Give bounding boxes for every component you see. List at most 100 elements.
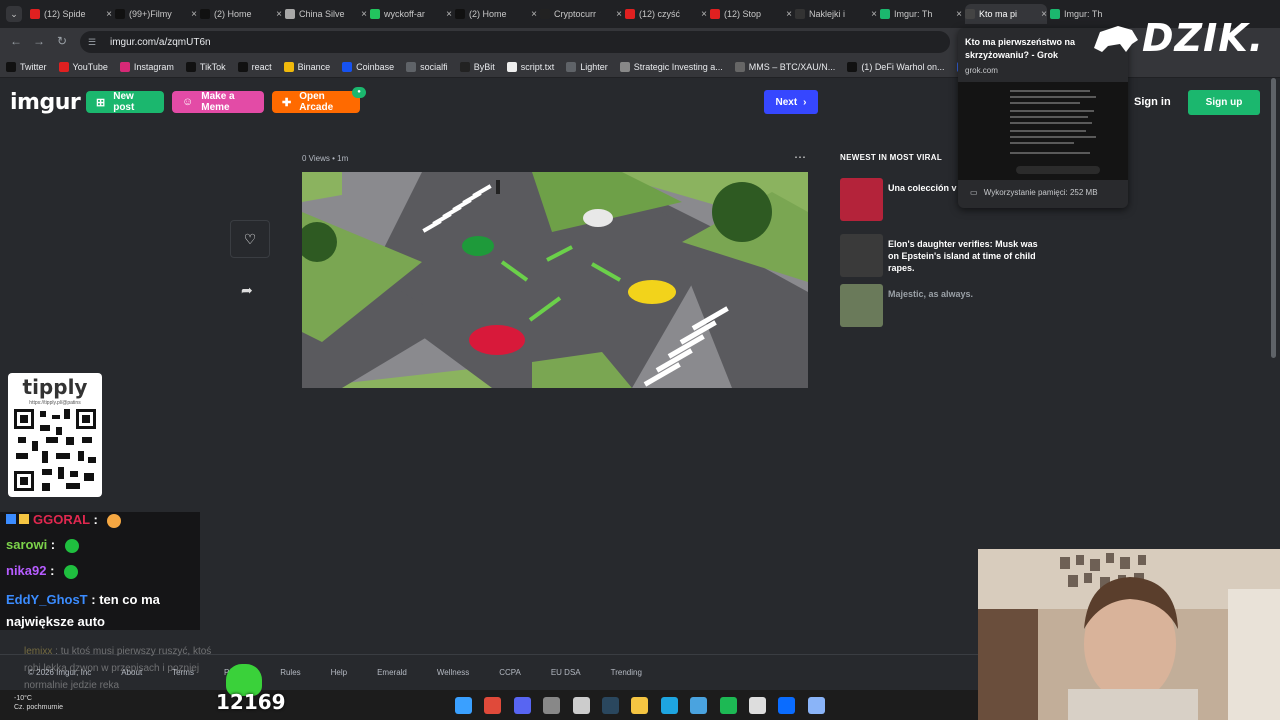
share-arrow-icon[interactable]: ➦ xyxy=(241,282,253,299)
address-bar[interactable]: ☰ imgur.com/a/zqmUT6n xyxy=(80,31,950,53)
browser-tab[interactable]: Imgur: Th × xyxy=(880,4,962,24)
bookmark-item[interactable]: (1) DeFi Warhol on... xyxy=(847,61,945,72)
tab-favicon-icon xyxy=(30,9,40,19)
sign-in-link[interactable]: Sign in xyxy=(1134,96,1171,108)
next-label: Next xyxy=(775,96,798,108)
app2-icon[interactable] xyxy=(748,697,766,714)
new-post-label: New post xyxy=(113,91,135,113)
browser-tab[interactable]: Naklejki i × xyxy=(795,4,877,24)
chrome-icon[interactable] xyxy=(484,697,502,714)
footer-link[interactable]: Trending xyxy=(611,668,642,677)
footer-link[interactable]: Emerald xyxy=(377,668,407,677)
footer-link[interactable]: EU DSA xyxy=(551,668,581,677)
browser-tab[interactable]: Cryptocurr × xyxy=(540,4,622,24)
stream-chat: GGORAL : sarowi : nika92 : EddY_GhosT : … xyxy=(0,512,200,630)
footer-link[interactable]: Rules xyxy=(280,668,300,677)
emote-icon xyxy=(64,538,79,553)
forward-icon[interactable]: → xyxy=(33,34,45,48)
bookmark-item[interactable]: Strategic Investing a... xyxy=(619,61,723,72)
tab-favicon-icon xyxy=(115,9,125,19)
tab-close-icon[interactable]: × xyxy=(786,9,792,20)
tab-close-icon[interactable]: × xyxy=(361,9,367,20)
browser-tab[interactable]: (2) Home × xyxy=(200,4,282,24)
viral-post-item[interactable]: Majestic, as always. xyxy=(840,284,1040,328)
bookmark-item[interactable]: ByBit xyxy=(459,61,495,72)
bookmark-item[interactable]: script.txt xyxy=(506,61,554,72)
back-icon[interactable]: ← xyxy=(10,34,22,48)
bookmark-favicon-icon xyxy=(342,61,353,72)
tab-close-icon[interactable]: × xyxy=(531,9,537,20)
browser-tab[interactable]: (12) Spide × xyxy=(30,4,112,24)
chat-message: GGORAL : xyxy=(6,512,122,528)
more-options-icon[interactable]: ⋯ xyxy=(794,150,806,164)
obs-icon[interactable] xyxy=(572,697,590,714)
page-scrollbar[interactable] xyxy=(1271,78,1276,358)
viral-post-title: Elon's daughter verifies: Musk was on Ep… xyxy=(888,239,1038,273)
tab-search-button[interactable]: ⌄ xyxy=(6,6,22,22)
tab-close-icon[interactable]: × xyxy=(616,9,622,20)
bookmark-item[interactable]: Twitter xyxy=(6,61,47,72)
tab-close-icon[interactable]: × xyxy=(276,9,282,20)
bookmark-favicon-icon xyxy=(459,61,470,72)
browser-tab[interactable]: Kto ma pi × xyxy=(965,4,1047,24)
tab-close-icon[interactable]: × xyxy=(701,9,707,20)
bookmark-item[interactable]: MMS – BTC/XAU/N... xyxy=(734,61,835,72)
tab-close-icon[interactable]: × xyxy=(106,9,112,20)
tab-close-icon[interactable]: × xyxy=(956,9,962,20)
tab-favicon-icon xyxy=(965,9,975,19)
make-meme-button[interactable]: ☺ Make a Meme xyxy=(172,91,264,113)
app-icon[interactable] xyxy=(543,697,561,714)
network-icon[interactable] xyxy=(690,697,708,714)
reload-icon[interactable]: ↻ xyxy=(57,34,67,48)
spotify-icon[interactable] xyxy=(719,697,737,714)
new-post-button[interactable]: ⊞ New post xyxy=(86,91,164,113)
bookmark-item[interactable]: Lighter xyxy=(566,61,608,72)
next-button[interactable]: Next › xyxy=(764,90,818,114)
browser-tab[interactable]: wyckoff-ar × xyxy=(370,4,452,24)
bookmark-favicon-icon xyxy=(185,61,196,72)
viral-post-item[interactable]: Elon's daughter verifies: Musk was on Ep… xyxy=(840,234,1040,278)
open-arcade-button[interactable]: ✚ Open Arcade xyxy=(272,91,360,113)
windows-start-icon[interactable] xyxy=(455,697,472,714)
bookmark-label: react xyxy=(251,61,272,72)
tab-close-icon[interactable]: × xyxy=(191,9,197,20)
bookmark-item[interactable]: TikTok xyxy=(185,61,226,72)
browser-tab[interactable]: (99+)Filmy × xyxy=(115,4,197,24)
edge-icon[interactable] xyxy=(660,697,678,714)
app3-icon[interactable] xyxy=(778,697,796,714)
bookmark-item[interactable]: Instagram xyxy=(119,61,174,72)
white-car xyxy=(583,209,613,227)
sub-counter: 12169 xyxy=(216,690,286,714)
browser-tab[interactable]: (2) Home × xyxy=(455,4,537,24)
bookmark-item[interactable]: react xyxy=(237,61,272,72)
bookmark-item[interactable]: YouTube xyxy=(58,61,108,72)
tab-favicon-icon xyxy=(710,9,720,19)
footer-link[interactable]: Wellness xyxy=(437,668,469,677)
tab-close-icon[interactable]: × xyxy=(1041,9,1047,20)
notepad-icon[interactable] xyxy=(807,697,825,714)
browser-tab[interactable]: China Silve × xyxy=(285,4,367,24)
emote-icon xyxy=(107,513,122,528)
hover-card-memory: ▭ Wykorzystanie pamięci: 252 MB xyxy=(970,188,1098,197)
hover-card-domain: grok.com xyxy=(965,66,998,75)
footer-link[interactable]: Help xyxy=(331,668,347,677)
tab-title: (2) Home xyxy=(469,9,507,19)
tab-close-icon[interactable]: × xyxy=(871,9,877,20)
footer-link[interactable]: CCPA xyxy=(499,668,521,677)
bookmark-item[interactable]: Binance xyxy=(283,61,330,72)
bookmark-item[interactable]: socialfi xyxy=(406,61,448,72)
sign-up-button[interactable]: Sign up xyxy=(1188,90,1260,115)
steam-icon[interactable] xyxy=(601,697,619,714)
bookmark-item[interactable]: Coinbase xyxy=(342,61,394,72)
weather-widget[interactable]: -10°C Cz. pochmurnie xyxy=(14,694,63,712)
folder-icon[interactable] xyxy=(631,697,649,714)
tab-close-icon[interactable]: × xyxy=(446,9,452,20)
discord-icon[interactable] xyxy=(513,697,531,714)
viral-post-thumbnail xyxy=(840,178,883,221)
favorite-heart-icon[interactable]: ♡ xyxy=(230,220,270,258)
post-image[interactable] xyxy=(302,172,808,388)
browser-tab[interactable]: (12) Stop × xyxy=(710,4,792,24)
browser-tab[interactable]: (12) czyść × xyxy=(625,4,707,24)
imgur-logo[interactable]: imgur xyxy=(10,90,81,115)
site-info-icon[interactable]: ☰ xyxy=(88,37,100,47)
